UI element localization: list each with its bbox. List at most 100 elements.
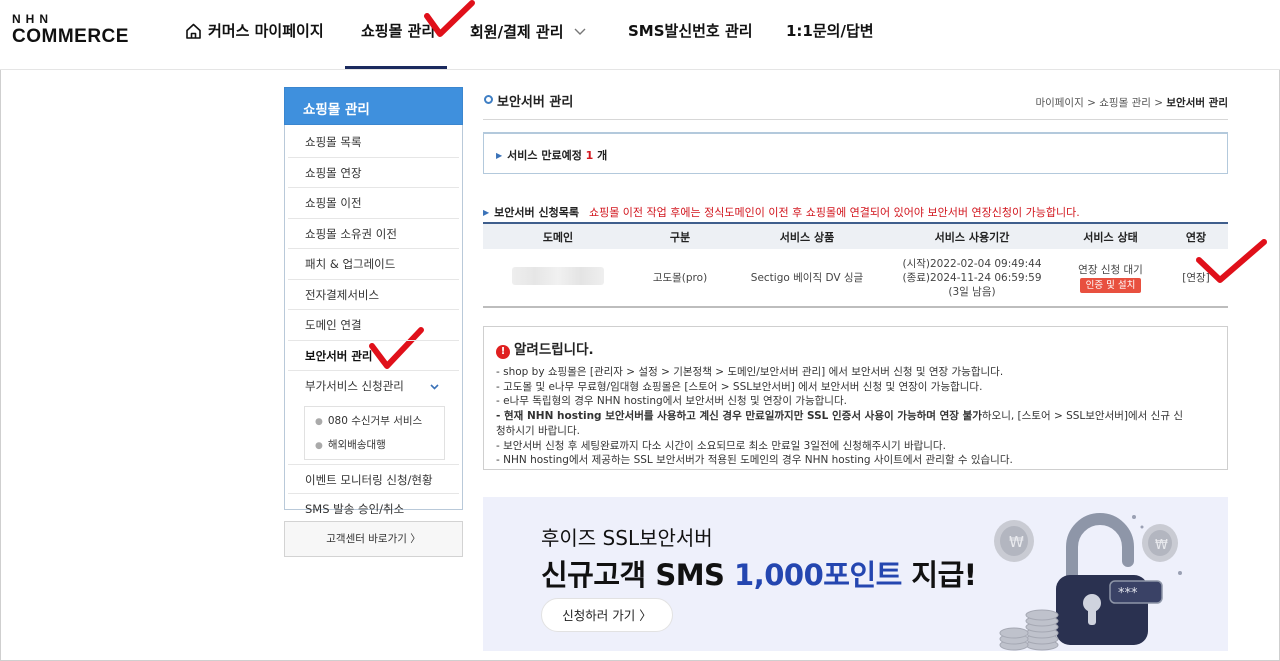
nav-inquiry[interactable]: 1:1문의/답변 [786,20,874,42]
logo-line-2: COMMERCE [12,26,129,47]
triangle-right-icon: ▶ [483,208,490,217]
sidebar-item-label: 부가서비스 신청관리 [305,379,404,393]
submenu-item-label: 080 수신거부 서비스 [327,414,423,427]
sidebar-item-addon-services[interactable]: 부가서비스 신청관리 [288,371,459,402]
notice-line: - NHN hosting에서 제공하는 SSL 보안서버가 적용된 도메인의 … [496,454,1013,467]
notice-line-important: - 현재 NHN hosting 보안서버를 사용하고 계신 경우 만료일까지만… [496,409,1227,424]
security-server-table: 도메인 구분 서비스 상품 서비스 사용기간 서비스 상태 연장 고도몰(pro… [483,222,1228,308]
page-title: 보안서버 관리 [483,91,573,110]
customer-center-button[interactable]: 고객센터 바로가기 〉 [284,521,463,557]
period-remaining: (3일 남음) [948,285,996,298]
cell-period: (시작)2022-02-04 09:49:44 (종료)2024-11-24 0… [887,249,1057,308]
chevron-down-icon [574,20,586,42]
breadcrumb-mypage[interactable]: 마이페이지 [1035,97,1083,109]
nav-sms-sender-manage[interactable]: SMS발신번호 관리 [628,20,753,42]
home-icon [185,23,202,45]
request-list-label: ▶ 보안서버 신청목록 쇼핑몰 이전 작업 후에는 정식도메인이 이전 후 쇼핑몰에… [483,204,1080,220]
logo-line-1: NHN [12,12,53,26]
alert-icon: ! [496,345,510,359]
period-start: (시작)2022-02-04 09:49:44 [902,257,1042,270]
nav-label: 회원/결제 관리 [470,23,564,41]
notice-title: 알려드립니다. [514,342,594,358]
nav-label: SMS발신번호 관리 [628,22,753,40]
svg-text:₩: ₩ [1009,533,1024,551]
submenu-item-label: 해외배송대행 [327,438,386,451]
breadcrumb-mall-manage[interactable]: 쇼핑몰 관리 [1099,97,1151,109]
sidebar-item-domain-connect[interactable]: 도메인 연결 [288,310,459,341]
ssl-promo-banner[interactable]: 후이즈 SSL보안서버 신규고객 SMS 1,000포인트 지급! 신청하러 가… [483,497,1228,651]
col-extend: 연장 [1164,222,1228,249]
submenu-item-overseas-shipping[interactable]: ● 해외배송대행 [305,433,444,457]
table-header-row: 도메인 구분 서비스 상품 서비스 사용기간 서비스 상태 연장 [483,222,1228,249]
svg-text:***: *** [1118,586,1138,601]
request-list-title: 보안서버 신청목록 [494,206,579,219]
sidebar-item-security-server[interactable]: 보안서버 관리 [288,341,459,371]
breadcrumb-current: 보안서버 관리 [1166,97,1228,109]
col-type: 구분 [633,222,727,249]
sidebar-item-sms-approval[interactable]: SMS 발송 승인/취소 [288,494,459,525]
nav-label: 커머스 마이페이지 [208,22,324,40]
notice-line: - shop by 쇼핑몰은 [관리자 > 설정 > 기본정책 > 도메인/보안… [496,366,1004,378]
checkmark-annotation-icon [424,0,475,37]
banner-headline-a: 신규고객 SMS [541,558,735,592]
cell-status: 연장 신청 대기 인증 및 설치 [1057,249,1164,308]
triangle-right-icon: ▶ [496,151,503,160]
expiry-suffix: 개 [597,149,608,162]
sidebar-item-mall-list[interactable]: 쇼핑몰 목록 [288,127,459,158]
notice-box: ! 알려드립니다. - shop by 쇼핑몰은 [관리자 > 설정 > 기본정책… [483,326,1228,470]
expiry-count: 1 [585,149,594,162]
cell-type: 고도몰(pro) [633,249,727,308]
padlock-coins-illustration-icon: ₩ ₩ *** [994,513,1182,651]
period-end: (종료)2024-11-24 06:59:59 [902,271,1042,284]
transfer-warning-text: 쇼핑몰 이전 작업 후에는 정식도메인이 이전 후 쇼핑몰에 연결되어 있어야 … [588,206,1080,219]
col-status: 서비스 상태 [1057,222,1164,249]
addon-submenu: ● 080 수신거부 서비스 ● 해외배송대행 [304,405,445,460]
banner-apply-button[interactable]: 신청하러 가기 〉 [541,598,673,632]
sidebar-item-mall-extend[interactable]: 쇼핑몰 연장 [288,158,459,188]
table-row: 고도몰(pro) Sectigo 베이직 DV 싱글 (시작)2022-02-0… [483,249,1228,308]
sidebar-item-e-payment[interactable]: 전자결제서비스 [288,280,459,310]
notice-heading: ! 알려드립니다. [496,338,1227,359]
sidebar-menu: 쇼핑몰 목록 쇼핑몰 연장 쇼핑몰 이전 쇼핑몰 소유권 이전 패치 & 업그레… [284,125,463,516]
expiry-label: 서비스 만료예정 [507,149,582,162]
breadcrumb: 마이페이지 > 쇼핑몰 관리 > 보안서버 관리 [1035,95,1228,110]
banner-subtitle: 후이즈 SSL보안서버 [541,526,713,550]
status-text: 연장 신청 대기 [1078,263,1143,276]
status-badge[interactable]: 인증 및 설치 [1079,277,1142,293]
nav-member-payment-manage[interactable]: 회원/결제 관리 [470,20,586,43]
nav-label: 1:1문의/답변 [786,22,874,40]
banner-headline: 신규고객 SMS 1,000포인트 지급! [541,552,977,594]
sidebar-item-mall-transfer[interactable]: 쇼핑몰 이전 [288,188,459,219]
bullet-icon: ● [315,416,323,427]
cell-product: Sectigo 베이직 DV 싱글 [727,249,887,308]
notice-important-rest: 하오니, [스토어 > SSL보안서버]에서 신규 신 [981,410,1183,423]
sidebar-title: 쇼핑몰 관리 [284,87,463,125]
chevron-down-icon [430,371,439,401]
notice-line: - 보안서버 신청 후 세팅완료까지 다소 시간이 소요되므로 최소 만료일 3… [496,439,946,452]
notice-line: - 고도몰 및 e나무 무료형/임대형 쇼핑몰은 [스토어 > SSL보안서버]… [496,380,983,393]
nhn-commerce-logo[interactable]: NHN COMMERCE [12,12,132,48]
svg-text:₩: ₩ [1155,538,1168,553]
banner-headline-highlight: 1,000포인트 [734,558,902,592]
cell-domain [483,249,633,308]
sidebar-item-ownership-transfer[interactable]: 쇼핑몰 소유권 이전 [288,219,459,249]
expiry-summary: ▶ 서비스 만료예정 1 개 [483,132,1228,174]
top-header: NHN COMMERCE 커머스 마이페이지 쇼핑몰 관리 회원/결제 관리 S… [0,0,1280,70]
notice-line: - e나무 독립형의 경우 NHN hosting에서 보안서버 신청 및 연장… [496,395,847,408]
col-period: 서비스 사용기간 [887,222,1057,249]
col-product: 서비스 상품 [727,222,887,249]
notice-important-bold: - 현재 NHN hosting 보안서버를 사용하고 계신 경우 만료일까지만… [496,410,982,423]
col-domain: 도메인 [483,222,633,249]
redacted-domain [512,266,604,285]
left-sidebar: 쇼핑몰 관리 쇼핑몰 목록 쇼핑몰 연장 쇼핑몰 이전 쇼핑몰 소유권 이전 패… [284,87,463,516]
cell-extend: [연장] [1164,249,1228,308]
sidebar-item-event-monitoring[interactable]: 이벤트 모니터링 신청/현황 [288,463,459,494]
submenu-item-080-reject[interactable]: ● 080 수신거부 서비스 [305,409,444,433]
sidebar-item-patch-upgrade[interactable]: 패치 & 업그레이드 [288,249,459,280]
extend-link[interactable]: [연장] [1182,272,1210,284]
nav-commerce-mypage[interactable]: 커머스 마이페이지 [185,20,324,45]
breadcrumb-separator: > [1150,97,1167,109]
title-divider [483,119,1228,120]
notice-line: 청하시기 바랍니다. [496,424,580,437]
banner-headline-b: 지급! [901,558,977,592]
